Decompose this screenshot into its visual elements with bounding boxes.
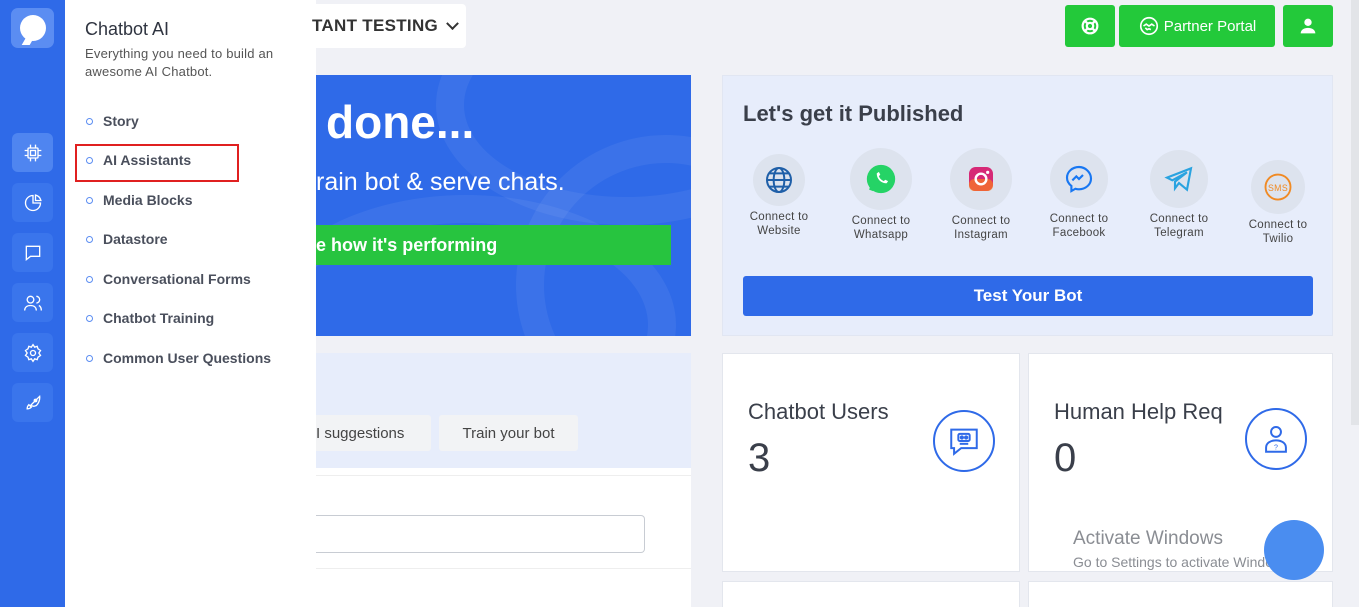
lifebuoy-icon [1081, 17, 1099, 35]
stat-card [722, 581, 1020, 607]
instagram-icon [950, 148, 1012, 210]
divider [316, 475, 691, 476]
test-bot-button[interactable]: Test Your Bot [743, 276, 1313, 316]
chat-widget-button[interactable] [1264, 520, 1324, 580]
whatsapp-icon [850, 148, 912, 210]
ai-suggestions-button[interactable]: I suggestions [316, 415, 431, 451]
partner-portal-button[interactable]: Partner Portal [1119, 5, 1275, 47]
performance-button[interactable]: e how it's performing [316, 225, 671, 265]
highlight-annotation [75, 144, 239, 182]
connect-website[interactable]: Connect to Website [744, 154, 814, 238]
user-icon [1300, 18, 1316, 34]
menu-title: Chatbot AI [85, 19, 170, 39]
text-input[interactable] [316, 515, 645, 553]
menu-item-datastore[interactable]: Datastore [86, 231, 168, 247]
menu-item-common-user-questions[interactable]: Common User Questions [86, 350, 271, 366]
stat-value: 0 [1054, 436, 1077, 480]
svg-text:?: ? [1274, 444, 1278, 452]
menu-item-conversational-forms[interactable]: Conversational Forms [86, 271, 251, 287]
publish-card: Let's get it Published Connect to Websit… [722, 75, 1333, 336]
bullet-icon [86, 314, 93, 322]
activate-windows-watermark: Activate Windows Go to Settings to activ… [1073, 528, 1294, 570]
bullet-icon [86, 117, 93, 125]
menu-item-chatbot-training[interactable]: Chatbot Training [86, 310, 214, 326]
pie-chart-icon[interactable] [12, 183, 53, 222]
bullet-icon [86, 354, 93, 362]
messenger-icon [1050, 150, 1108, 208]
stat-title: Human Help Req [1054, 399, 1223, 424]
globe-icon [753, 154, 805, 206]
hero-banner: done... rain bot & serve chats. e how it… [316, 75, 691, 336]
chatbot-ai-menu: Chatbot AI Everything you need to build … [65, 0, 316, 607]
bot-message-icon [933, 410, 995, 472]
chatbot-users-card: Chatbot Users 3 [722, 353, 1020, 572]
assistant-selector[interactable]: TANT TESTING [312, 4, 466, 48]
menu-item-story[interactable]: Story [86, 113, 139, 129]
bullet-icon [86, 275, 93, 283]
rocket-icon[interactable] [12, 383, 53, 422]
chevron-down-icon [446, 16, 459, 30]
scrollbar[interactable] [1351, 0, 1359, 425]
hero-subtitle: rain bot & serve chats. [316, 168, 565, 196]
gear-icon[interactable] [12, 333, 53, 372]
chatbot-logo-icon[interactable] [11, 8, 54, 48]
telegram-icon [1150, 150, 1208, 208]
menu-subtitle: Everything you need to build an awesome … [85, 46, 274, 79]
profile-button[interactable] [1283, 5, 1333, 47]
stat-card [1028, 581, 1333, 607]
connect-facebook[interactable]: Connect to Facebook [1044, 150, 1114, 240]
hero-title: done... [326, 96, 475, 148]
sms-icon: SMS [1251, 160, 1305, 214]
training-card: I suggestions Train your bot [316, 353, 691, 607]
connect-whatsapp[interactable]: Connect to Whatsapp [846, 148, 916, 242]
bullet-icon [86, 196, 93, 204]
train-bot-button[interactable]: Train your bot [439, 415, 578, 451]
left-rail [0, 0, 65, 607]
connect-telegram[interactable]: Connect to Telegram [1144, 150, 1214, 240]
menu-item-media-blocks[interactable]: Media Blocks [86, 192, 192, 208]
chat-icon[interactable] [12, 233, 53, 272]
connect-twilio[interactable]: SMS Connect to Twilio [1243, 160, 1313, 246]
bullet-icon [86, 235, 93, 243]
stat-title: Chatbot Users [748, 399, 889, 424]
help-person-icon: ? [1245, 408, 1307, 470]
support-button[interactable] [1065, 5, 1115, 47]
publish-title: Let's get it Published [743, 101, 964, 126]
stat-value: 3 [748, 436, 771, 480]
chip-icon[interactable] [12, 133, 53, 172]
connect-instagram[interactable]: Connect to Instagram [946, 148, 1016, 242]
handshake-icon [1139, 16, 1158, 36]
users-icon[interactable] [12, 283, 53, 322]
divider [316, 568, 691, 569]
svg-text:SMS: SMS [1268, 183, 1288, 193]
